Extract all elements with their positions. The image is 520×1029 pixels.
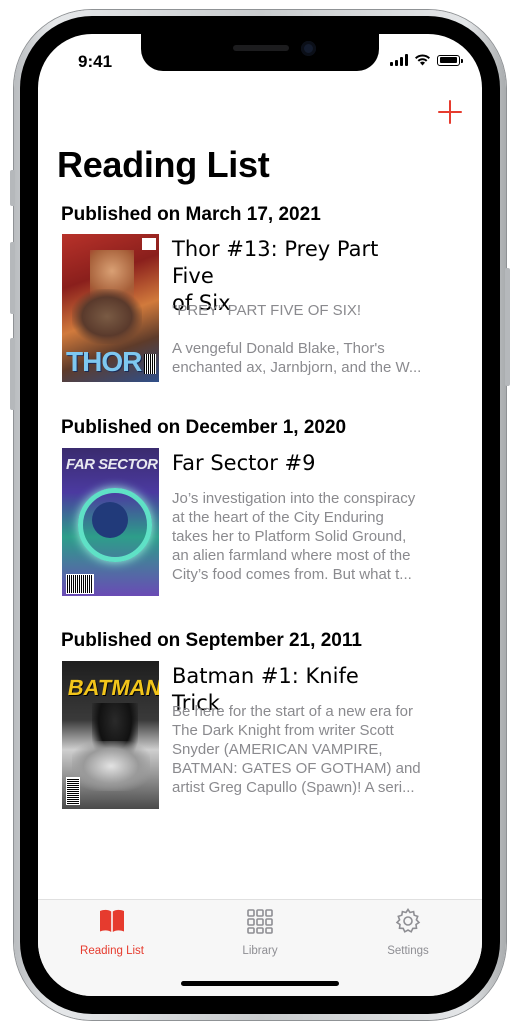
cover-image: BATMAN [62, 661, 159, 809]
tab-label: Library [242, 945, 278, 957]
section-header: Published on March 17, 2021 [61, 204, 321, 225]
wifi-icon [415, 54, 430, 66]
front-camera [301, 41, 316, 56]
home-indicator [181, 981, 339, 986]
tab-settings[interactable]: Settings [334, 908, 482, 958]
tab-library[interactable]: Library [186, 908, 334, 958]
item-description: Jo’s investigation into the conspiracy a… [172, 490, 416, 583]
cover-image: FAR SECTOR [62, 448, 159, 596]
cover-image: THOR [62, 234, 159, 382]
section-header: Published on December 1, 2020 [61, 417, 347, 438]
item-description: "PREY" PART FIVE OF SIX! A vengeful Dona… [172, 302, 422, 376]
cellular-signal-icon [390, 54, 408, 66]
item-description: Be here for the start of a new era for T… [172, 703, 421, 796]
add-button[interactable] [438, 100, 462, 124]
tab-label: Settings [387, 945, 429, 957]
book-icon [100, 909, 124, 932]
screen: 9:41 Reading List Published on March 17,… [38, 34, 482, 996]
cover-title: FAR SECTOR [66, 456, 158, 473]
status-icons [390, 54, 463, 66]
list-item[interactable]: THOR Thor #13: Prey Part Five of Six "PR… [62, 234, 458, 384]
volume-down-button [10, 338, 15, 410]
cover-title: THOR [66, 346, 142, 377]
notch [141, 34, 379, 71]
grid-icon [247, 909, 273, 934]
cover-title: BATMAN [65, 675, 159, 700]
item-title: Far Sector #9 [172, 451, 316, 475]
tab-reading-list[interactable]: Reading List [38, 908, 186, 958]
list-item[interactable]: FAR SECTOR Far Sector #9 Jo’s investigat… [62, 448, 458, 598]
section-header: Published on September 21, 2011 [61, 630, 362, 651]
tab-label: Reading List [80, 945, 144, 957]
volume-up-button [10, 242, 15, 314]
gear-icon [395, 908, 421, 933]
page-title: Reading List [57, 144, 270, 185]
tab-bar: Reading List Library Settings [38, 899, 482, 996]
power-button [505, 268, 510, 386]
mute-switch [10, 170, 15, 206]
list-item[interactable]: BATMAN Batman #1: Knife Trick Be here fo… [62, 661, 458, 811]
battery-icon [437, 54, 463, 66]
speaker-grille [233, 45, 289, 51]
status-time: 9:41 [78, 52, 113, 71]
